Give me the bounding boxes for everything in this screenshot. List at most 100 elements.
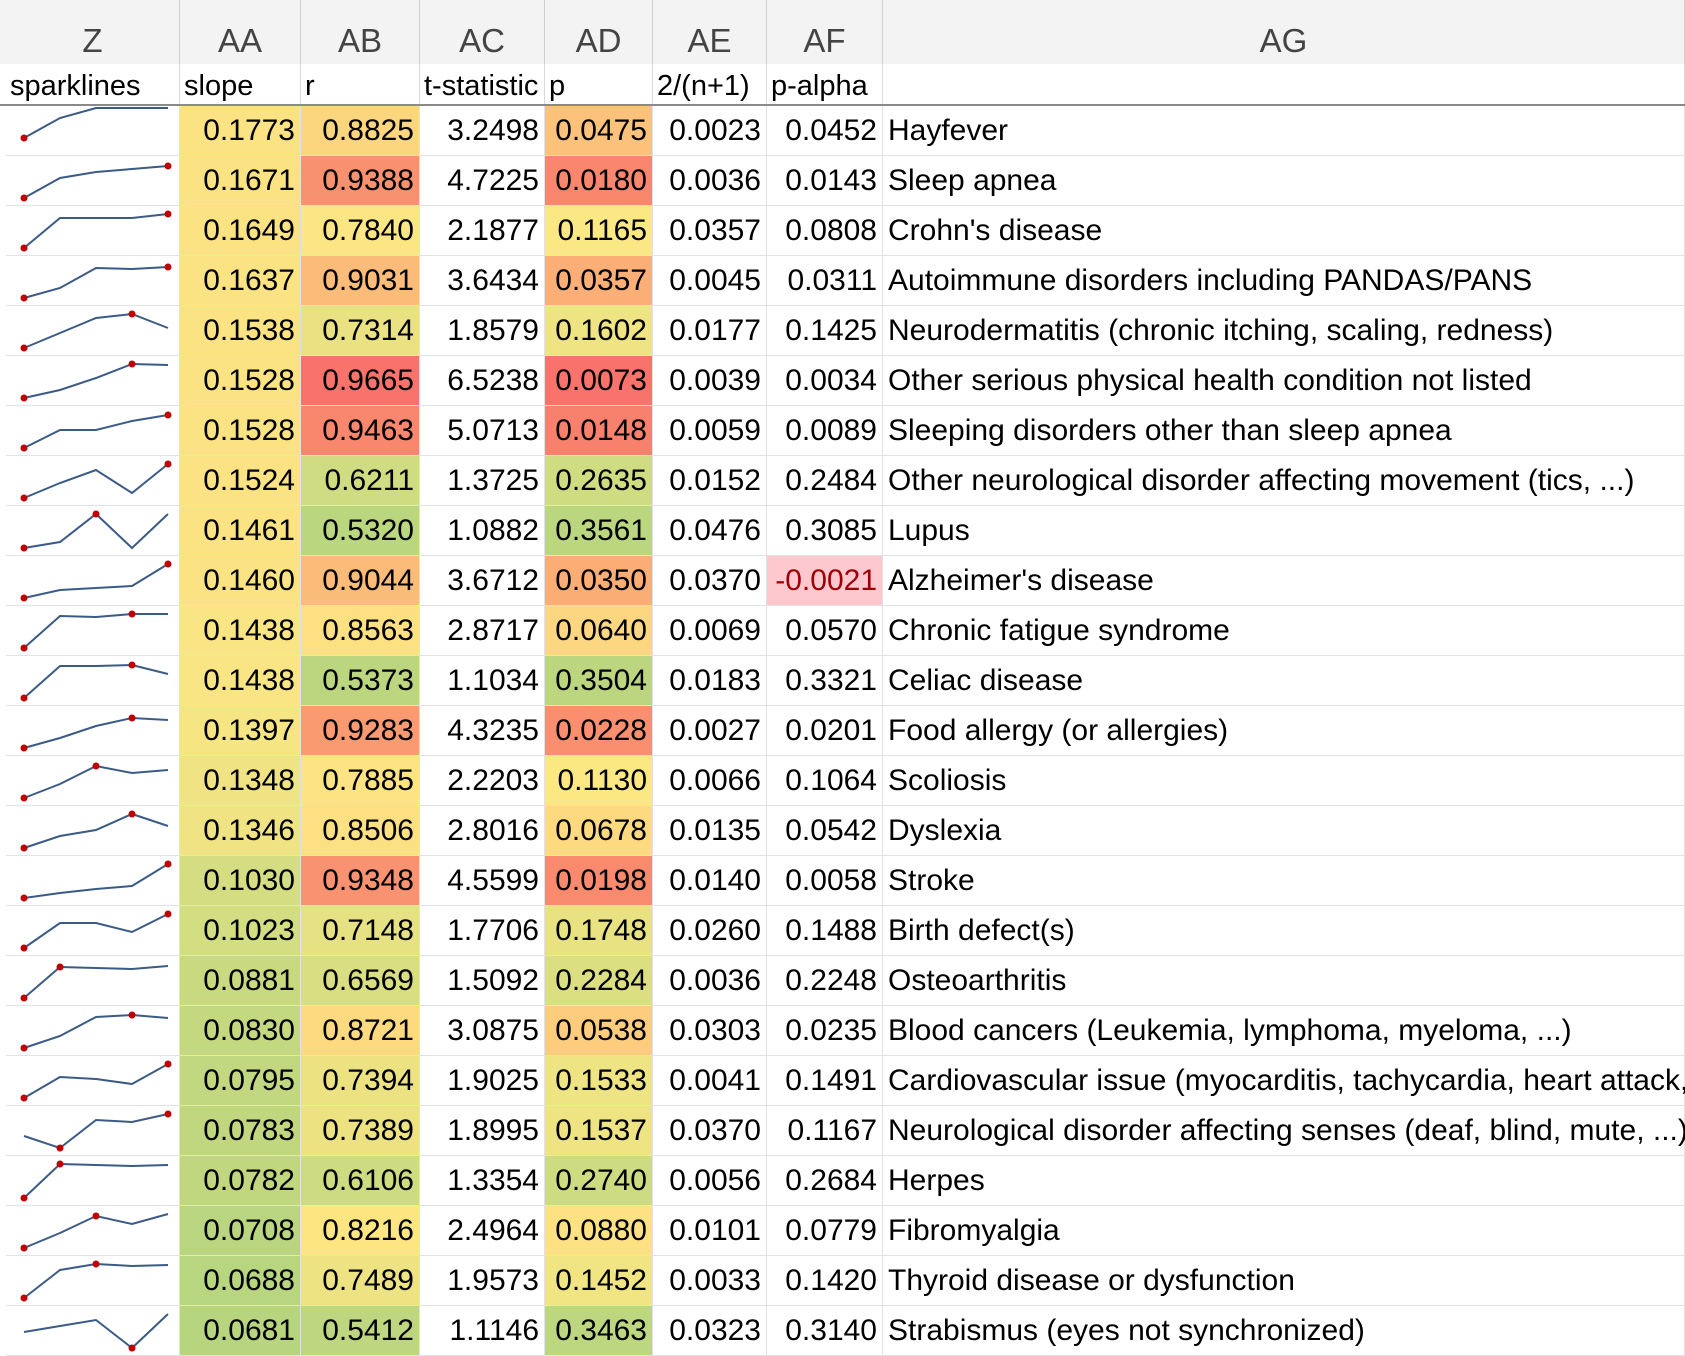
p-cell[interactable]: 0.0880	[545, 1206, 653, 1256]
slope-cell[interactable]: 0.1528	[180, 406, 301, 456]
e-cell[interactable]: 0.0039	[653, 356, 767, 406]
p-cell[interactable]: 0.0198	[545, 856, 653, 906]
label-cell-ag[interactable]	[883, 64, 1685, 104]
column-header-aa[interactable]: AA	[180, 0, 301, 64]
condition-name-cell[interactable]: Sleeping disorders other than sleep apne…	[883, 406, 1685, 456]
sparkline-cell[interactable]	[6, 956, 180, 1006]
e-cell[interactable]: 0.0059	[653, 406, 767, 456]
r-cell[interactable]: 0.9463	[301, 406, 420, 456]
t-cell[interactable]: 2.2203	[420, 756, 545, 806]
p-cell[interactable]: 0.0640	[545, 606, 653, 656]
pa-cell[interactable]: 0.1488	[767, 906, 883, 956]
t-cell[interactable]: 1.5092	[420, 956, 545, 1006]
t-cell[interactable]: 4.5599	[420, 856, 545, 906]
slope-cell[interactable]: 0.1460	[180, 556, 301, 606]
pa-cell[interactable]: 0.0808	[767, 206, 883, 256]
pa-cell[interactable]: 0.0201	[767, 706, 883, 756]
p-cell[interactable]: 0.0678	[545, 806, 653, 856]
condition-name-cell[interactable]: Food allergy (or allergies)	[883, 706, 1685, 756]
sparkline-cell[interactable]	[6, 756, 180, 806]
sparkline-cell[interactable]	[6, 1056, 180, 1106]
pa-cell[interactable]: -0.0021	[767, 556, 883, 606]
slope-cell[interactable]: 0.0830	[180, 1006, 301, 1056]
e-cell[interactable]: 0.0140	[653, 856, 767, 906]
t-cell[interactable]: 2.8016	[420, 806, 545, 856]
r-cell[interactable]: 0.8721	[301, 1006, 420, 1056]
pa-cell[interactable]: 0.2484	[767, 456, 883, 506]
r-cell[interactable]: 0.6106	[301, 1156, 420, 1206]
pa-cell[interactable]: 0.1425	[767, 306, 883, 356]
r-cell[interactable]: 0.7840	[301, 206, 420, 256]
t-cell[interactable]: 3.6434	[420, 256, 545, 306]
p-cell[interactable]: 0.1602	[545, 306, 653, 356]
t-cell[interactable]: 1.1146	[420, 1306, 545, 1356]
condition-name-cell[interactable]: Dyslexia	[883, 806, 1685, 856]
sparkline-cell[interactable]	[6, 706, 180, 756]
r-cell[interactable]: 0.7148	[301, 906, 420, 956]
pa-cell[interactable]: 0.0143	[767, 156, 883, 206]
slope-cell[interactable]: 0.1528	[180, 356, 301, 406]
condition-name-cell[interactable]: Cardiovascular issue (myocarditis, tachy…	[883, 1056, 1685, 1106]
r-cell[interactable]: 0.8563	[301, 606, 420, 656]
pa-cell[interactable]: 0.3085	[767, 506, 883, 556]
p-cell[interactable]: 0.2284	[545, 956, 653, 1006]
condition-name-cell[interactable]: Autoimmune disorders including PANDAS/PA…	[883, 256, 1685, 306]
e-cell[interactable]: 0.0323	[653, 1306, 767, 1356]
t-cell[interactable]: 5.0713	[420, 406, 545, 456]
r-cell[interactable]: 0.7389	[301, 1106, 420, 1156]
t-cell[interactable]: 4.7225	[420, 156, 545, 206]
t-cell[interactable]: 1.1034	[420, 656, 545, 706]
condition-name-cell[interactable]: Fibromyalgia	[883, 1206, 1685, 1256]
t-cell[interactable]: 2.8717	[420, 606, 545, 656]
e-cell[interactable]: 0.0036	[653, 956, 767, 1006]
sparkline-cell[interactable]	[6, 656, 180, 706]
p-cell[interactable]: 0.3463	[545, 1306, 653, 1356]
slope-cell[interactable]: 0.1773	[180, 106, 301, 156]
e-cell[interactable]: 0.0066	[653, 756, 767, 806]
p-cell[interactable]: 0.0228	[545, 706, 653, 756]
p-cell[interactable]: 0.0148	[545, 406, 653, 456]
sparkline-cell[interactable]	[6, 306, 180, 356]
condition-name-cell[interactable]: Herpes	[883, 1156, 1685, 1206]
label-cell-z[interactable]: sparklines	[6, 64, 180, 104]
pa-cell[interactable]: 0.0034	[767, 356, 883, 406]
r-cell[interactable]: 0.8216	[301, 1206, 420, 1256]
sparkline-cell[interactable]	[6, 1206, 180, 1256]
r-cell[interactable]: 0.6211	[301, 456, 420, 506]
t-cell[interactable]: 1.7706	[420, 906, 545, 956]
p-cell[interactable]: 0.0180	[545, 156, 653, 206]
column-header-ag[interactable]: AG	[883, 0, 1685, 64]
pa-cell[interactable]: 0.0311	[767, 256, 883, 306]
sparkline-cell[interactable]	[6, 906, 180, 956]
column-header-ad[interactable]: AD	[545, 0, 653, 64]
pa-cell[interactable]: 0.0570	[767, 606, 883, 656]
t-cell[interactable]: 3.0875	[420, 1006, 545, 1056]
p-cell[interactable]: 0.1748	[545, 906, 653, 956]
r-cell[interactable]: 0.7885	[301, 756, 420, 806]
t-cell[interactable]: 2.4964	[420, 1206, 545, 1256]
column-header-ae[interactable]: AE	[653, 0, 767, 64]
sparkline-cell[interactable]	[6, 356, 180, 406]
sparkline-cell[interactable]	[6, 1106, 180, 1156]
slope-cell[interactable]: 0.1030	[180, 856, 301, 906]
t-cell[interactable]: 4.3235	[420, 706, 545, 756]
r-cell[interactable]: 0.9031	[301, 256, 420, 306]
r-cell[interactable]: 0.8506	[301, 806, 420, 856]
slope-cell[interactable]: 0.0795	[180, 1056, 301, 1106]
sparkline-cell[interactable]	[6, 856, 180, 906]
sparkline-cell[interactable]	[6, 606, 180, 656]
condition-name-cell[interactable]: Birth defect(s)	[883, 906, 1685, 956]
pa-cell[interactable]: 0.0089	[767, 406, 883, 456]
e-cell[interactable]: 0.0152	[653, 456, 767, 506]
column-header-af[interactable]: AF	[767, 0, 883, 64]
column-header-z[interactable]: Z	[6, 0, 180, 64]
condition-name-cell[interactable]: Alzheimer's disease	[883, 556, 1685, 606]
sparkline-cell[interactable]	[6, 1306, 180, 1356]
p-cell[interactable]: 0.0350	[545, 556, 653, 606]
p-cell[interactable]: 0.1165	[545, 206, 653, 256]
label-cell-af[interactable]: p-alpha	[767, 64, 883, 104]
slope-cell[interactable]: 0.0708	[180, 1206, 301, 1256]
e-cell[interactable]: 0.0183	[653, 656, 767, 706]
e-cell[interactable]: 0.0045	[653, 256, 767, 306]
condition-name-cell[interactable]: Sleep apnea	[883, 156, 1685, 206]
